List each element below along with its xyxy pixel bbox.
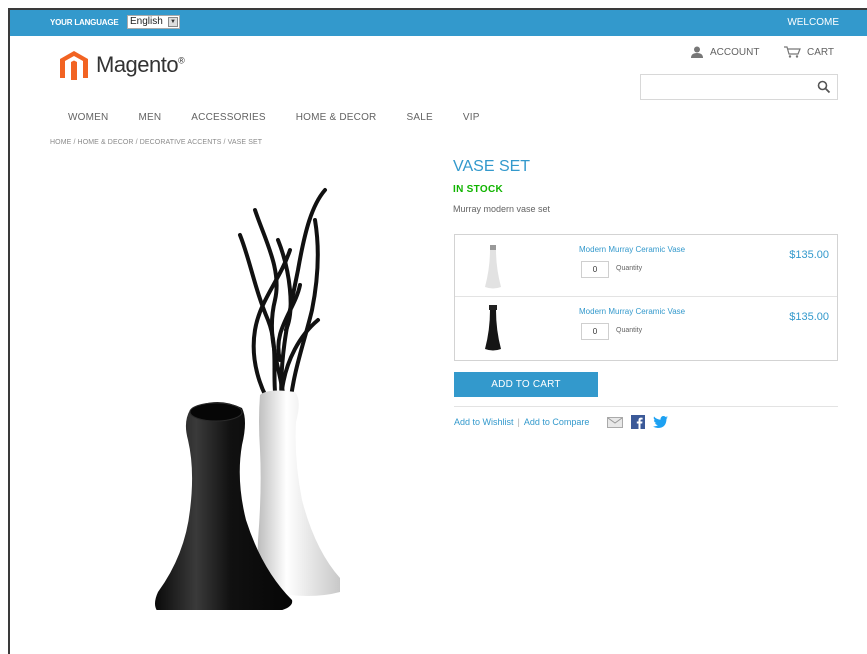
main-nav: WOMEN MEN ACCESSORIES HOME & DECOR SALE … [68,112,510,123]
stock-status: IN STOCK [453,184,503,195]
logo-text[interactable]: Magento® [96,52,185,78]
quantity-label: Quantity [616,265,643,272]
quantity-input[interactable]: 0 [581,261,609,278]
user-icon [691,46,703,58]
language-value: English [130,16,163,27]
add-to-compare-link[interactable]: Add to Compare [524,417,590,427]
chevron-down-icon: ▼ [168,17,178,27]
item-name[interactable]: Modern Murray Ceramic Vase [579,307,685,316]
twitter-icon[interactable] [653,416,669,428]
account-link[interactable]: ACCOUNT [690,46,759,58]
product-description: Murray modern vase set [453,204,551,214]
magento-logo-icon[interactable] [57,50,91,80]
table-row: Modern Murray Ceramic Vase 0 Quantity $1… [455,235,837,297]
facebook-icon[interactable] [631,415,646,429]
item-price: $135.00 [789,311,829,323]
nav-item-women[interactable]: WOMEN [68,112,108,123]
quantity-label: Quantity [616,327,643,334]
quantity-input[interactable]: 0 [581,323,609,340]
nav-item-vip[interactable]: VIP [463,112,480,123]
top-bar: YOUR LANGUAGE English ▼ WELCOME [10,10,867,36]
search-icon[interactable] [817,80,831,94]
product-image [155,188,340,610]
language-select[interactable]: English ▼ [127,15,180,29]
account-label: ACCOUNT [710,46,760,58]
nav-item-sale[interactable]: SALE [406,112,432,123]
item-price: $135.00 [789,249,829,261]
breadcrumb[interactable]: HOME / HOME & DECOR / DECORATIVE ACCENTS… [50,139,262,146]
language-label: YOUR LANGUAGE [50,18,119,27]
welcome-message: WELCOME [787,17,839,28]
nav-item-men[interactable]: MEN [138,112,161,123]
item-name[interactable]: Modern Murray Ceramic Vase [579,245,685,254]
vase-thumbnail[interactable] [483,305,503,353]
product-title: VASE SET [453,158,531,175]
share-icons [607,415,669,429]
grouped-products-table: Modern Murray Ceramic Vase 0 Quantity $1… [454,234,838,361]
browser-frame: YOUR LANGUAGE English ▼ WELCOME Magento®… [8,8,867,654]
cart-label: CART [807,46,835,58]
product-info: VASE SET IN STOCK Murray modern vase set [453,158,838,214]
divider [454,406,838,407]
vase-thumbnail[interactable] [483,243,503,291]
nav-item-accessories[interactable]: ACCESSORIES [191,112,265,123]
email-icon[interactable] [607,416,624,428]
product-actions: Add to Wishlist | Add to Compare [454,415,669,429]
add-to-cart-button[interactable]: ADD TO CART [454,372,598,397]
table-row: Modern Murray Ceramic Vase 0 Quantity $1… [455,297,837,359]
nav-item-home-decor[interactable]: HOME & DECOR [296,112,377,123]
add-to-wishlist-link[interactable]: Add to Wishlist [454,417,514,427]
cart-icon [784,46,801,58]
search-input[interactable] [640,74,838,100]
cart-link[interactable]: CART [783,46,834,58]
separator: | [517,417,520,427]
